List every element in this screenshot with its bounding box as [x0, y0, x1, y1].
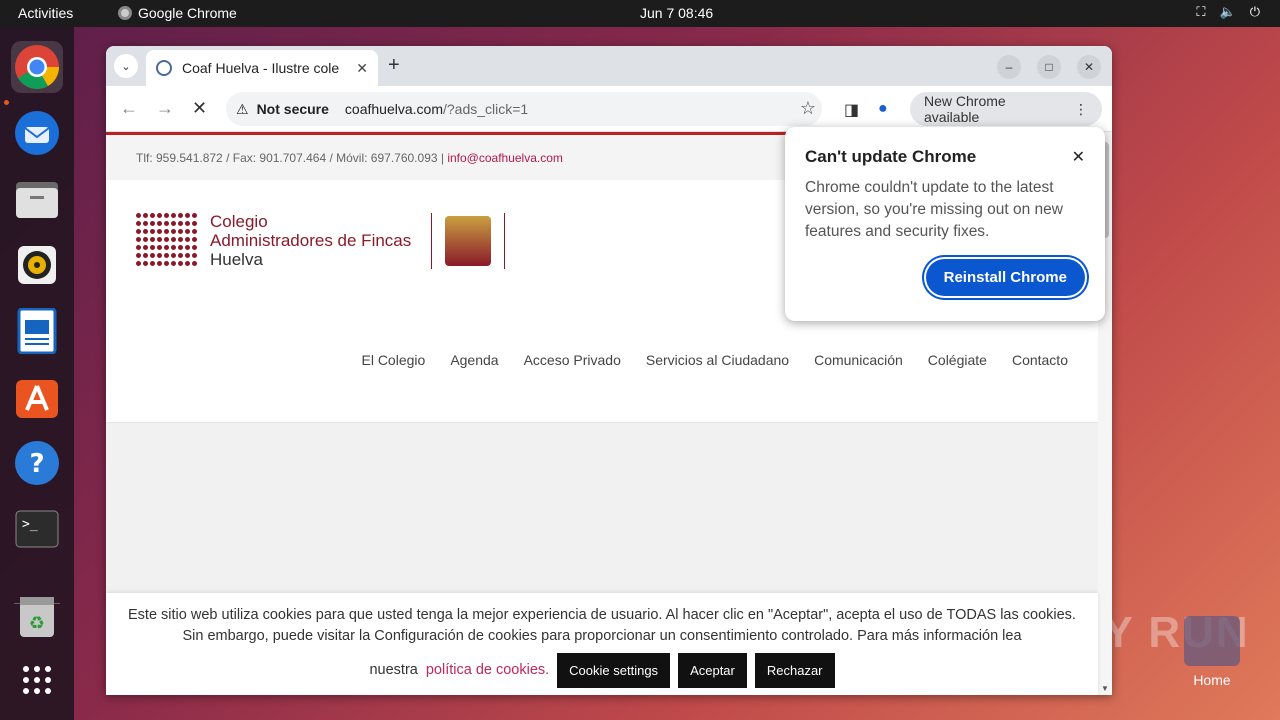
tab-title: Coaf Huelva - Ilustre cole [182, 60, 340, 76]
network-icon: ⛶ [1196, 4, 1206, 19]
nav-agenda[interactable]: Agenda [450, 352, 498, 368]
maximize-button[interactable]: □ [1037, 55, 1061, 79]
new-chrome-label: New Chrome available [924, 93, 1006, 125]
dock: ? >_ ♻ [0, 27, 74, 720]
stop-button[interactable]: ✕ [192, 98, 207, 119]
svg-text:♻: ♻ [29, 613, 45, 634]
tab-search-button[interactable]: ⌄ [114, 54, 138, 78]
scroll-down-icon[interactable]: ▼ [1101, 684, 1109, 693]
reject-button[interactable]: Rechazar [754, 653, 835, 688]
more-menu-icon[interactable]: ⋮ [1074, 101, 1088, 118]
url-text[interactable]: coafhuelva.com/?ads_click=1 [345, 101, 528, 117]
home-folder[interactable]: Home [1180, 616, 1244, 688]
favicon-icon [156, 60, 172, 76]
thunderbird-icon[interactable] [11, 107, 63, 159]
writer-icon[interactable] [11, 305, 63, 357]
folder-icon [1184, 616, 1240, 666]
logo-text: Colegio Administradores de Fincas Huelva [210, 212, 411, 269]
volume-icon: 🔈 [1219, 4, 1236, 19]
nav-acceso-privado[interactable]: Acceso Privado [524, 352, 621, 368]
cookie-text: Este sitio web utiliza cookies para que … [128, 607, 1076, 644]
svg-text:>_: >_ [22, 517, 38, 532]
system-tray[interactable]: ⛶ 🔈 ⏻ [1196, 4, 1260, 20]
back-button[interactable]: ← [120, 98, 138, 119]
chrome-small-icon [118, 6, 132, 20]
url-domain: coafhuelva.com [344, 101, 443, 117]
popup-title: Can't update Chrome [805, 147, 977, 166]
logo-dots-icon [136, 212, 198, 269]
app-menu[interactable]: Google Chrome [118, 5, 237, 21]
files-icon[interactable] [11, 173, 63, 225]
site-logo[interactable]: Colegio Administradores de Fincas Huelva [136, 212, 506, 269]
app-name: Google Chrome [138, 5, 237, 21]
accept-button[interactable]: Aceptar [678, 653, 747, 688]
bookmark-star-icon[interactable]: ☆ [800, 98, 816, 119]
minimize-button[interactable]: – [997, 55, 1021, 79]
crest-icon [431, 212, 506, 269]
cookie-banner: Este sitio web utiliza cookies para que … [106, 593, 1098, 695]
new-tab-button[interactable]: + [388, 54, 400, 77]
reinstall-chrome-button[interactable]: Reinstall Chrome [925, 259, 1085, 296]
popup-body: Chrome couldn't update to the latest ver… [805, 179, 1063, 240]
apps-grid-icon[interactable] [11, 654, 63, 706]
close-icon[interactable]: ✕ [1072, 147, 1085, 167]
terminal-icon[interactable]: >_ [11, 503, 63, 555]
rhythmbox-icon[interactable] [11, 239, 63, 291]
help-icon[interactable]: ? [11, 437, 63, 489]
warning-icon: ⚠ [236, 100, 249, 117]
trash-icon[interactable]: ♻ [11, 591, 63, 643]
side-panel-icon[interactable]: ◨ [844, 100, 859, 120]
activities-button[interactable]: Activities [18, 5, 73, 21]
tab-strip: ⌄ Coaf Huelva - Ilustre cole ✕ + – □ ✕ [106, 46, 1112, 86]
toolbar: ← → ✕ ⚠ Not secure coafhuelva.com/?ads_c… [106, 86, 1112, 132]
cookie-actions: nuestra política de cookies. Cookie sett… [106, 653, 1098, 688]
email-link[interactable]: info@coafhuelva.com [447, 151, 563, 165]
running-indicator [4, 100, 9, 105]
new-chrome-button[interactable]: New Chrome available ⋮ [910, 92, 1102, 126]
cookie-settings-button[interactable]: Cookie settings [557, 653, 671, 688]
chrome-icon[interactable] [11, 41, 63, 93]
forward-button[interactable]: → [156, 98, 174, 119]
contact-text: Tlf: 959.541.872 / Fax: 901.707.464 / Mó… [136, 151, 448, 165]
url-path: /?ads_click=1 [442, 101, 529, 117]
nav-contacto[interactable]: Contacto [1012, 352, 1068, 368]
main-nav: El Colegio Agenda Acceso Privado Servici… [361, 352, 1068, 368]
address-bar[interactable]: ⚠ Not secure coafhuelva.com/?ads_click=1… [226, 92, 822, 126]
chevron-down-icon: ⌄ [121, 60, 131, 73]
logo-line-2: Administradores de Fincas [210, 231, 412, 250]
cookie-policy-link[interactable]: política de cookies. [426, 660, 549, 681]
cookie-text-2: nuestra [369, 662, 418, 678]
tab-close-icon[interactable]: ✕ [356, 60, 368, 77]
logo-line-1: Colegio [210, 212, 268, 231]
home-label: Home [1193, 672, 1231, 688]
nav-comunicacion[interactable]: Comunicación [814, 352, 903, 368]
power-icon: ⏻ [1249, 4, 1260, 19]
app-center-icon[interactable] [11, 371, 63, 423]
profile-icon[interactable]: ● [878, 100, 888, 118]
top-bar: Activities Google Chrome Jun 7 08:46 ⛶ 🔈… [0, 0, 1280, 27]
nav-el-colegio[interactable]: El Colegio [361, 352, 425, 368]
update-popup: Can't update Chrome ✕ Chrome couldn't up… [785, 127, 1105, 321]
svg-text:?: ? [29, 449, 44, 479]
close-window-button[interactable]: ✕ [1077, 55, 1101, 79]
nav-servicios[interactable]: Servicios al Ciudadano [646, 352, 789, 368]
tab-active[interactable]: Coaf Huelva - Ilustre cole ✕ [146, 50, 378, 86]
clock[interactable]: Jun 7 08:46 [640, 5, 713, 21]
security-label[interactable]: Not secure [257, 101, 329, 117]
logo-line-3: Huelva [210, 250, 263, 269]
nav-colegiate[interactable]: Colégiate [928, 352, 987, 368]
